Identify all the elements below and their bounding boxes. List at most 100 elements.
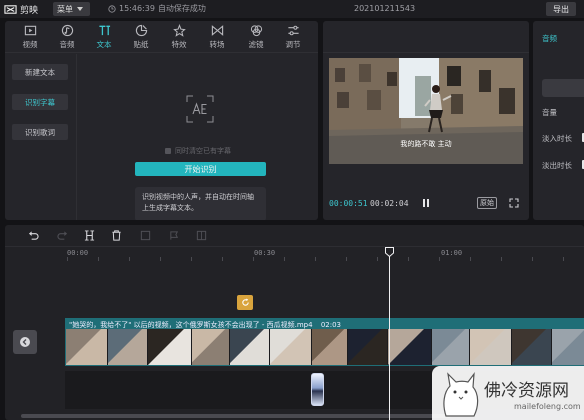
tab-video[interactable]: 视频 [13, 24, 47, 52]
playhead-handle[interactable] [385, 247, 394, 257]
ruler-tick [532, 257, 533, 261]
watermark-url: mailefoleng.com [514, 402, 581, 411]
delete-icon[interactable] [111, 230, 122, 241]
clip-thumbnail [66, 329, 108, 365]
aspect-ratio-button[interactable]: 原始 [477, 197, 497, 209]
clip-title: "她哭的，我给不了" 以后的视频，这个俄罗斯女孩不会出现了 - 西瓜视频.mp4 [69, 321, 313, 329]
tab-audio-properties[interactable]: 音频 [542, 33, 557, 44]
subtitle-recognition-icon [186, 95, 214, 123]
tab-label: 调节 [285, 40, 301, 49]
ruler-tick [439, 257, 440, 261]
clip-thumbnail [512, 329, 552, 365]
timeline-toolbar [5, 225, 584, 247]
tab-sticker[interactable]: 贴纸 [124, 24, 158, 52]
watermark-text: 佛冷资源网 [484, 381, 569, 401]
clip-thumbnail [108, 329, 148, 365]
tab-label: 视频 [22, 40, 38, 49]
menu-label: 菜单 [57, 4, 73, 14]
mirror-icon[interactable] [196, 230, 207, 241]
timeline-ruler[interactable]: 00:00 00:30 01:00 [5, 247, 584, 261]
tab-transition[interactable]: 转场 [200, 24, 234, 52]
recognize-lyrics-button[interactable]: 识别歌词 [12, 124, 68, 140]
media-panel: 视频 音频 文本 贴纸 特效 转场 滤镜 调节 新建文本 识别字幕 识别歌词 同… [5, 21, 318, 220]
split-icon[interactable] [84, 230, 95, 241]
menu-button[interactable]: 菜单 [53, 2, 90, 16]
clip-thumbnail [470, 329, 512, 365]
timeline-sticker-marker[interactable] [237, 295, 253, 310]
tab-adjust[interactable]: 调节 [276, 24, 310, 52]
capcut-logo-icon [4, 4, 17, 14]
clip-thumbnail [388, 329, 432, 365]
video-preview[interactable]: 我的路不敢 主动 [329, 58, 523, 164]
clip-thumbnails [66, 329, 584, 365]
ruler-label: 01:00 [441, 249, 463, 257]
audio-icon [61, 24, 73, 37]
ruler-tick [67, 257, 68, 261]
tab-text[interactable]: 文本 [87, 24, 121, 52]
clear-existing-subtitles-option[interactable]: 同时清空已有字幕 [165, 146, 231, 156]
text-icon [98, 25, 110, 36]
ruler-tick [98, 257, 99, 261]
video-icon [24, 25, 36, 36]
clock-icon [108, 4, 116, 13]
ruler-tick [501, 257, 502, 261]
tab-effects[interactable]: 特效 [162, 24, 196, 52]
ruler-tick [470, 257, 471, 261]
clear-existing-subtitles-label: 同时清空已有字幕 [175, 147, 231, 155]
text-side-list: 新建文本 识别字幕 识别歌词 [5, 54, 77, 220]
export-button[interactable]: 导出 [546, 2, 576, 16]
watermark: 佛冷资源网 mailefoleng.com [432, 366, 584, 420]
freeze-frame-icon[interactable] [140, 230, 151, 241]
checkbox[interactable] [165, 148, 171, 154]
audio-field[interactable] [542, 79, 584, 97]
tab-label: 滤镜 [248, 40, 264, 49]
current-time: 00:00:51 [329, 199, 368, 208]
clip-thumbnail [312, 329, 348, 365]
tab-label: 音频 [59, 40, 75, 49]
video-track-clip[interactable]: "她哭的，我给不了" 以后的视频，这个俄罗斯女孩不会出现了 - 西瓜视频.mp4… [65, 318, 584, 366]
audio-clip[interactable] [311, 373, 324, 406]
effects-icon [172, 24, 186, 37]
clip-thumbnail [270, 329, 312, 365]
total-time: 00:02:04 [370, 199, 409, 208]
save-status-text: 自动保存成功 [157, 4, 206, 13]
tab-filter[interactable]: 滤镜 [239, 24, 273, 52]
start-recognition-button[interactable]: 开始识别 [135, 162, 266, 176]
app-logo: 剪映 [4, 2, 48, 16]
fullscreen-icon[interactable] [509, 198, 519, 208]
new-text-button[interactable]: 新建文本 [12, 64, 68, 80]
title-bar: 剪映 菜单 15:46:39 自动保存成功 202101211543 导出 [0, 0, 584, 18]
tab-label: 转场 [209, 40, 225, 49]
ruler-label: 00:30 [254, 249, 276, 257]
filter-icon [250, 25, 262, 37]
redo-icon[interactable] [57, 230, 68, 241]
player-panel: 我的路不敢 主动 00:00:51 00:02:04 原始 [323, 21, 529, 220]
properties-panel: 音频 音量 淡入时长 淡出时长 [533, 21, 584, 220]
ruler-tick [284, 257, 285, 261]
playhead-line[interactable] [389, 248, 390, 420]
tab-label: 贴纸 [133, 40, 149, 49]
ruler-tick [563, 257, 564, 261]
reverse-icon[interactable] [169, 230, 180, 241]
timeline-scrollbar[interactable] [21, 414, 451, 418]
ruler-tick [191, 257, 192, 261]
recognize-subtitles-button[interactable]: 识别字幕 [12, 94, 68, 110]
undo-icon[interactable] [28, 230, 39, 241]
fade-out-label: 淡出时长 [542, 161, 572, 170]
ruler-tick [346, 257, 347, 261]
ruler-tick [408, 257, 409, 261]
recognition-description: 识别视频中的人声，并自动在时间轴上生成字幕文本。 [135, 187, 266, 220]
chevron-down-icon [77, 7, 83, 11]
ruler-tick [315, 257, 316, 261]
tab-label: 特效 [171, 40, 187, 49]
ruler-tick [253, 257, 254, 261]
cat-logo-icon [443, 371, 479, 417]
clip-thumbnail [432, 329, 470, 365]
tab-label: 文本 [96, 40, 112, 49]
pause-icon[interactable] [421, 198, 431, 208]
clip-thumbnail [348, 329, 388, 365]
cover-button[interactable] [13, 330, 37, 354]
clip-thumbnail [192, 329, 230, 365]
tab-audio[interactable]: 音频 [50, 24, 84, 52]
app-name: 剪映 [20, 5, 39, 16]
